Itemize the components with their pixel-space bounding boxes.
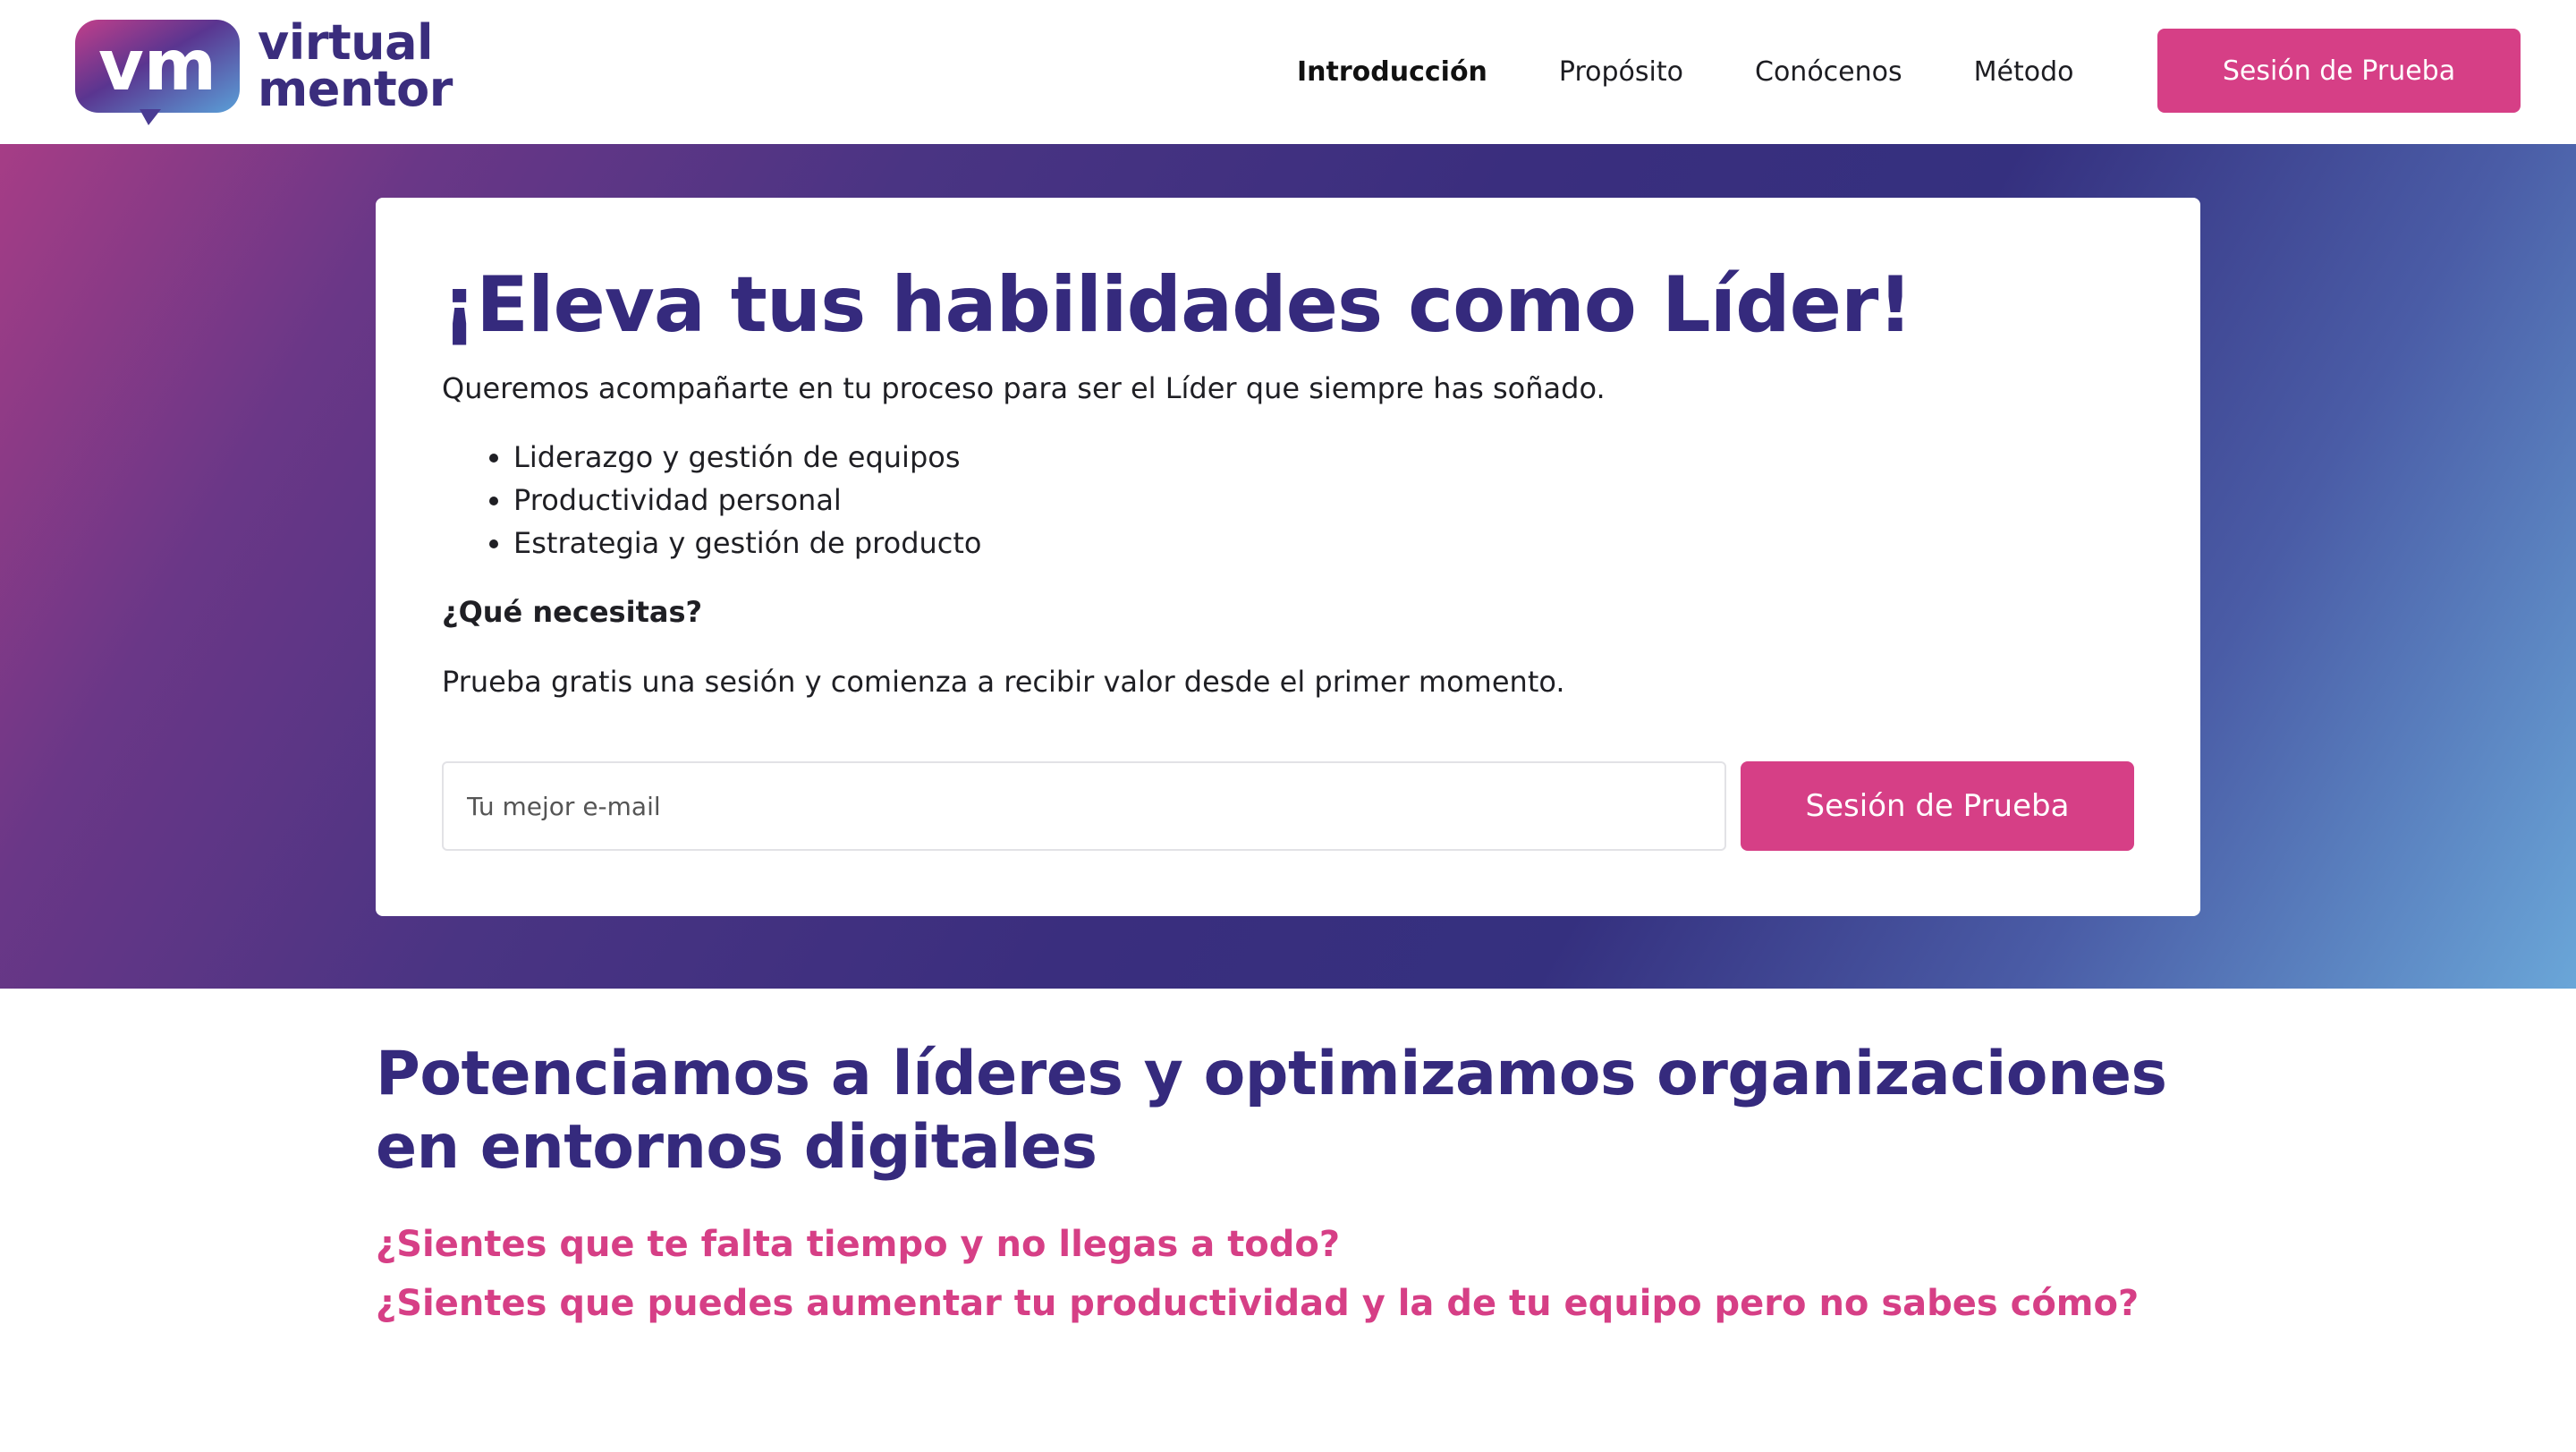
hero-card: ¡Eleva tus habilidades como Líder! Quere… <box>376 198 2200 916</box>
nav-item-metodo[interactable]: Método <box>1974 56 2074 88</box>
hero-bullet-item: Productividad personal <box>513 479 2134 522</box>
logo-line-2: mentor <box>258 61 453 117</box>
email-input[interactable] <box>442 761 1726 851</box>
hero-bullet-list: Liderazgo y gestión de equipos Productiv… <box>442 436 2134 565</box>
hero-title: ¡Eleva tus habilidades como Líder! <box>442 260 1913 350</box>
hero-bullet-item: Estrategia y gestión de producto <box>513 522 2134 565</box>
logo-line-1: virtual <box>258 14 434 71</box>
nav-item-proposito[interactable]: Propósito <box>1559 56 1683 88</box>
section-title: Potenciamos a líderes y optimizamos orga… <box>376 1039 2167 1183</box>
section-question: ¿Sientes que puedes aumentar tu producti… <box>376 1283 2140 1324</box>
hero-section: ¡Eleva tus habilidades como Líder! Quere… <box>0 144 2576 989</box>
trial-session-button[interactable]: Sesión de Prueba <box>1741 761 2134 851</box>
main-nav: Introducción Propósito Conócenos Método <box>1297 0 2145 144</box>
signup-form: Sesión de Prueba <box>442 761 2134 851</box>
hero-subtext: Prueba gratis una sesión y comienza a re… <box>442 665 1565 699</box>
nav-item-conocenos[interactable]: Conócenos <box>1755 56 1902 88</box>
hero-question: ¿Qué necesitas? <box>442 595 703 629</box>
hero-lead: Queremos acompañarte en tu proceso para … <box>442 371 1606 405</box>
header-trial-session-button[interactable]: Sesión de Prueba <box>2157 29 2521 113</box>
logo-badge-text: vm <box>98 26 216 106</box>
section-question: ¿Sientes que te falta tiempo y no llegas… <box>376 1224 1341 1265</box>
hero-bullet-item: Liderazgo y gestión de equipos <box>513 436 2134 479</box>
intro-section: Potenciamos a líderes y optimizamos orga… <box>376 1038 2254 1333</box>
vm-logo-badge-icon: vm <box>75 20 240 125</box>
logo-wordmark: virtual mentor <box>258 14 463 117</box>
section-questions: ¿Sientes que te falta tiempo y no llegas… <box>376 1215 2254 1333</box>
brand-logo[interactable]: vm virtual mentor <box>75 19 453 127</box>
site-header: vm virtual mentor Introducción Propósito… <box>0 0 2576 144</box>
nav-item-introduccion[interactable]: Introducción <box>1297 56 1487 88</box>
